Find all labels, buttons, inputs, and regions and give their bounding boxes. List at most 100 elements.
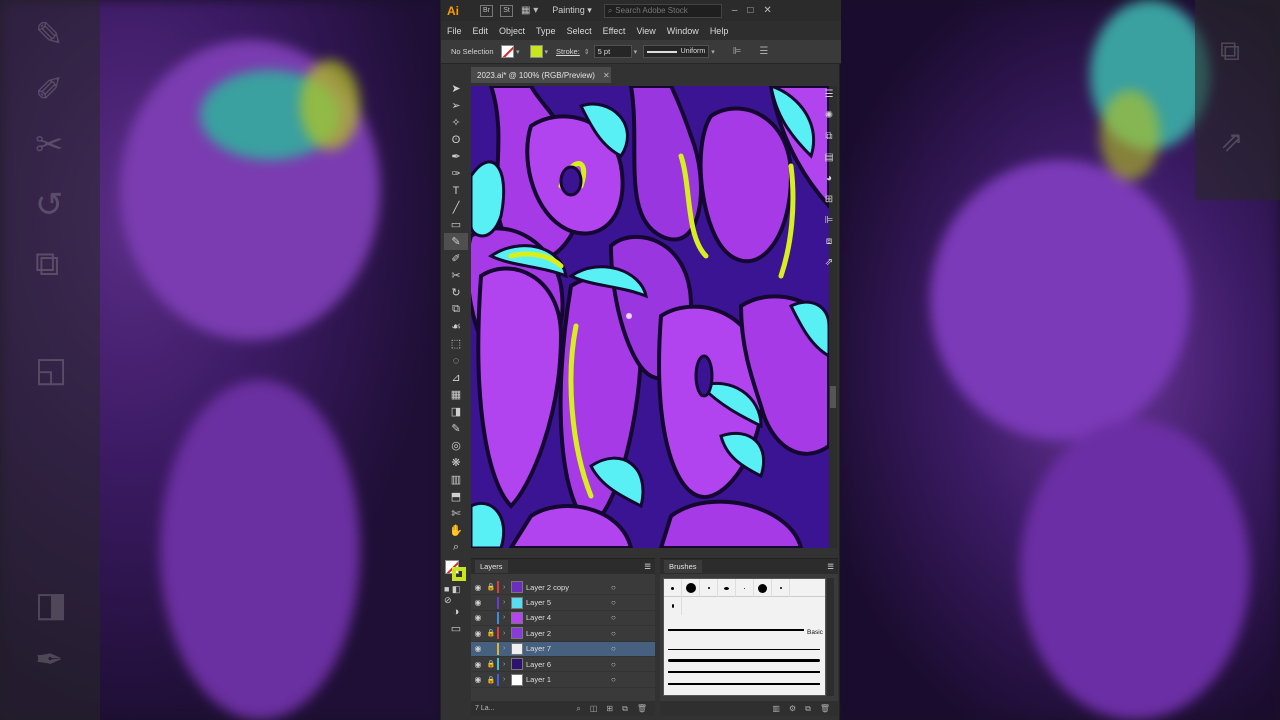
- scissors-tool-icon[interactable]: ✂: [444, 267, 468, 284]
- target-icon[interactable]: ○: [611, 644, 621, 653]
- clipping-mask-icon[interactable]: ◫: [590, 704, 598, 714]
- brush-stroke[interactable]: [668, 659, 820, 662]
- delete-layer-icon[interactable]: 🗑: [637, 704, 647, 714]
- target-icon[interactable]: ○: [611, 613, 621, 622]
- brush-tip[interactable]: [664, 597, 682, 615]
- symbol-sprayer-icon[interactable]: ❋: [444, 454, 468, 471]
- rotate-tool-icon[interactable]: ↻: [444, 284, 468, 301]
- layers-tab[interactable]: Layers: [475, 560, 508, 573]
- curvature-tool-icon[interactable]: ✑: [444, 165, 468, 182]
- brush-stroke[interactable]: [668, 671, 820, 673]
- magic-wand-icon[interactable]: ✧: [444, 114, 468, 131]
- zoom-tool-icon[interactable]: ⌕: [444, 539, 468, 556]
- hand-tool-icon[interactable]: ✋: [444, 522, 468, 539]
- menu-help[interactable]: Help: [710, 26, 729, 36]
- scale-tool-icon[interactable]: ⧉: [444, 301, 468, 318]
- align-options-icon[interactable]: ☰: [759, 46, 768, 57]
- artboard-tool-icon[interactable]: ⬒: [444, 488, 468, 505]
- variable-width-profile[interactable]: Uniform: [643, 45, 710, 58]
- line-tool-icon[interactable]: ╱: [444, 199, 468, 216]
- chevron-down-icon[interactable]: ▾: [634, 48, 638, 56]
- target-icon[interactable]: ○: [611, 629, 621, 638]
- menu-edit[interactable]: Edit: [473, 26, 489, 36]
- menu-view[interactable]: View: [636, 26, 655, 36]
- fill-swatch[interactable]: [501, 45, 514, 58]
- chevron-right-icon[interactable]: ›: [503, 630, 511, 637]
- eye-icon[interactable]: ◉: [471, 583, 485, 592]
- align-panel-icon[interactable]: ⊫: [819, 210, 839, 231]
- lock-icon[interactable]: 🔒: [485, 660, 497, 668]
- column-graph-icon[interactable]: ▥: [444, 471, 468, 488]
- lock-icon[interactable]: 🔒: [485, 629, 497, 637]
- stroke-swatch[interactable]: [529, 45, 543, 58]
- eye-icon[interactable]: ◉: [471, 613, 485, 622]
- layer-row[interactable]: ◉ › Layer 4 ○: [471, 611, 655, 627]
- eyedropper-icon[interactable]: ✎: [444, 420, 468, 437]
- panel-menu-icon[interactable]: ☰: [644, 562, 651, 571]
- panel-menu-icon[interactable]: ☰: [819, 84, 839, 105]
- brush-tip[interactable]: [682, 579, 700, 597]
- rectangle-tool-icon[interactable]: ▭: [444, 216, 468, 233]
- artboard-canvas[interactable]: [471, 86, 829, 548]
- brush-stroke[interactable]: [668, 649, 820, 650]
- layer-row[interactable]: ◉ 🔒 › Layer 1 ○: [471, 672, 655, 688]
- brush-tip[interactable]: [718, 579, 736, 597]
- workspace-switcher[interactable]: Painting ▾: [552, 5, 592, 16]
- search-stock-input[interactable]: ⌕ Search Adobe Stock: [603, 3, 722, 18]
- stock-button[interactable]: St: [500, 4, 513, 17]
- drawing-modes-icon[interactable]: ◑: [444, 603, 468, 620]
- arrange-documents-icon[interactable]: ▦ ▾: [521, 5, 538, 16]
- close-window-icon[interactable]: ✕: [763, 5, 771, 16]
- free-transform-icon[interactable]: ⬚: [444, 335, 468, 352]
- chevron-right-icon[interactable]: ›: [503, 599, 511, 606]
- chevron-right-icon[interactable]: ›: [503, 614, 511, 621]
- brush-tip[interactable]: [700, 579, 718, 597]
- blend-tool-icon[interactable]: ◎: [444, 437, 468, 454]
- menu-effect[interactable]: Effect: [603, 26, 626, 36]
- stroke-color-icon[interactable]: [452, 567, 466, 581]
- layer-row[interactable]: ◉ 🔒 › Layer 2 copy ○: [471, 580, 655, 596]
- eye-icon[interactable]: ◉: [471, 675, 485, 684]
- brush-tip[interactable]: [736, 579, 754, 597]
- delete-brush-icon[interactable]: 🗑: [820, 704, 830, 714]
- transform-icon[interactable]: ⊞: [819, 189, 839, 210]
- brush-stroke[interactable]: [668, 683, 820, 685]
- menu-object[interactable]: Object: [499, 26, 525, 36]
- brush-tip[interactable]: [754, 579, 772, 597]
- paintbrush-tool-icon[interactable]: ✎: [444, 233, 468, 250]
- panel-menu-icon[interactable]: ☰: [827, 562, 834, 571]
- lock-icon[interactable]: 🔒: [485, 676, 497, 684]
- new-sublayer-icon[interactable]: ⊞: [606, 704, 613, 714]
- locate-object-icon[interactable]: ⌕: [576, 704, 580, 714]
- chevron-down-icon[interactable]: ▾: [516, 48, 520, 56]
- direct-selection-tool-icon[interactable]: ➢: [444, 97, 468, 114]
- basic-brush-stroke[interactable]: [668, 629, 804, 631]
- stroke-label[interactable]: Stroke:: [556, 47, 580, 56]
- target-icon[interactable]: ○: [611, 583, 621, 592]
- pen-tool-icon[interactable]: ✒: [444, 148, 468, 165]
- brushes-scrollbar[interactable]: [827, 578, 834, 696]
- target-icon[interactable]: ○: [611, 598, 621, 607]
- libraries-icon[interactable]: ⧉: [819, 126, 839, 147]
- perspective-grid-icon[interactable]: ⊿: [444, 369, 468, 386]
- close-icon[interactable]: ✕: [603, 71, 610, 80]
- eye-icon[interactable]: ◉: [471, 598, 485, 607]
- layer-row[interactable]: ◉ 🔒 › Layer 6 ○: [471, 657, 655, 673]
- target-icon[interactable]: ○: [611, 675, 621, 684]
- color-mode-icon[interactable]: ■ ◧ ⊘: [444, 584, 468, 605]
- eye-icon[interactable]: ◉: [471, 644, 485, 653]
- align-icon[interactable]: ⊫: [733, 46, 742, 57]
- brush-tip[interactable]: [772, 579, 790, 597]
- brush-tip[interactable]: [664, 579, 682, 597]
- lock-icon[interactable]: 🔒: [485, 583, 497, 591]
- shape-builder-icon[interactable]: ◌: [444, 352, 468, 369]
- stroke-weight-field[interactable]: 5 pt: [593, 45, 632, 58]
- chevron-right-icon[interactable]: ›: [503, 584, 511, 591]
- mesh-tool-icon[interactable]: ▦: [444, 386, 468, 403]
- menu-type[interactable]: Type: [536, 26, 556, 36]
- slice-tool-icon[interactable]: ✄: [444, 505, 468, 522]
- bridge-button[interactable]: Br: [480, 4, 493, 17]
- color-panel-icon[interactable]: ▤: [819, 147, 839, 168]
- chevron-right-icon[interactable]: ›: [503, 676, 511, 683]
- maximize-icon[interactable]: □: [747, 5, 753, 16]
